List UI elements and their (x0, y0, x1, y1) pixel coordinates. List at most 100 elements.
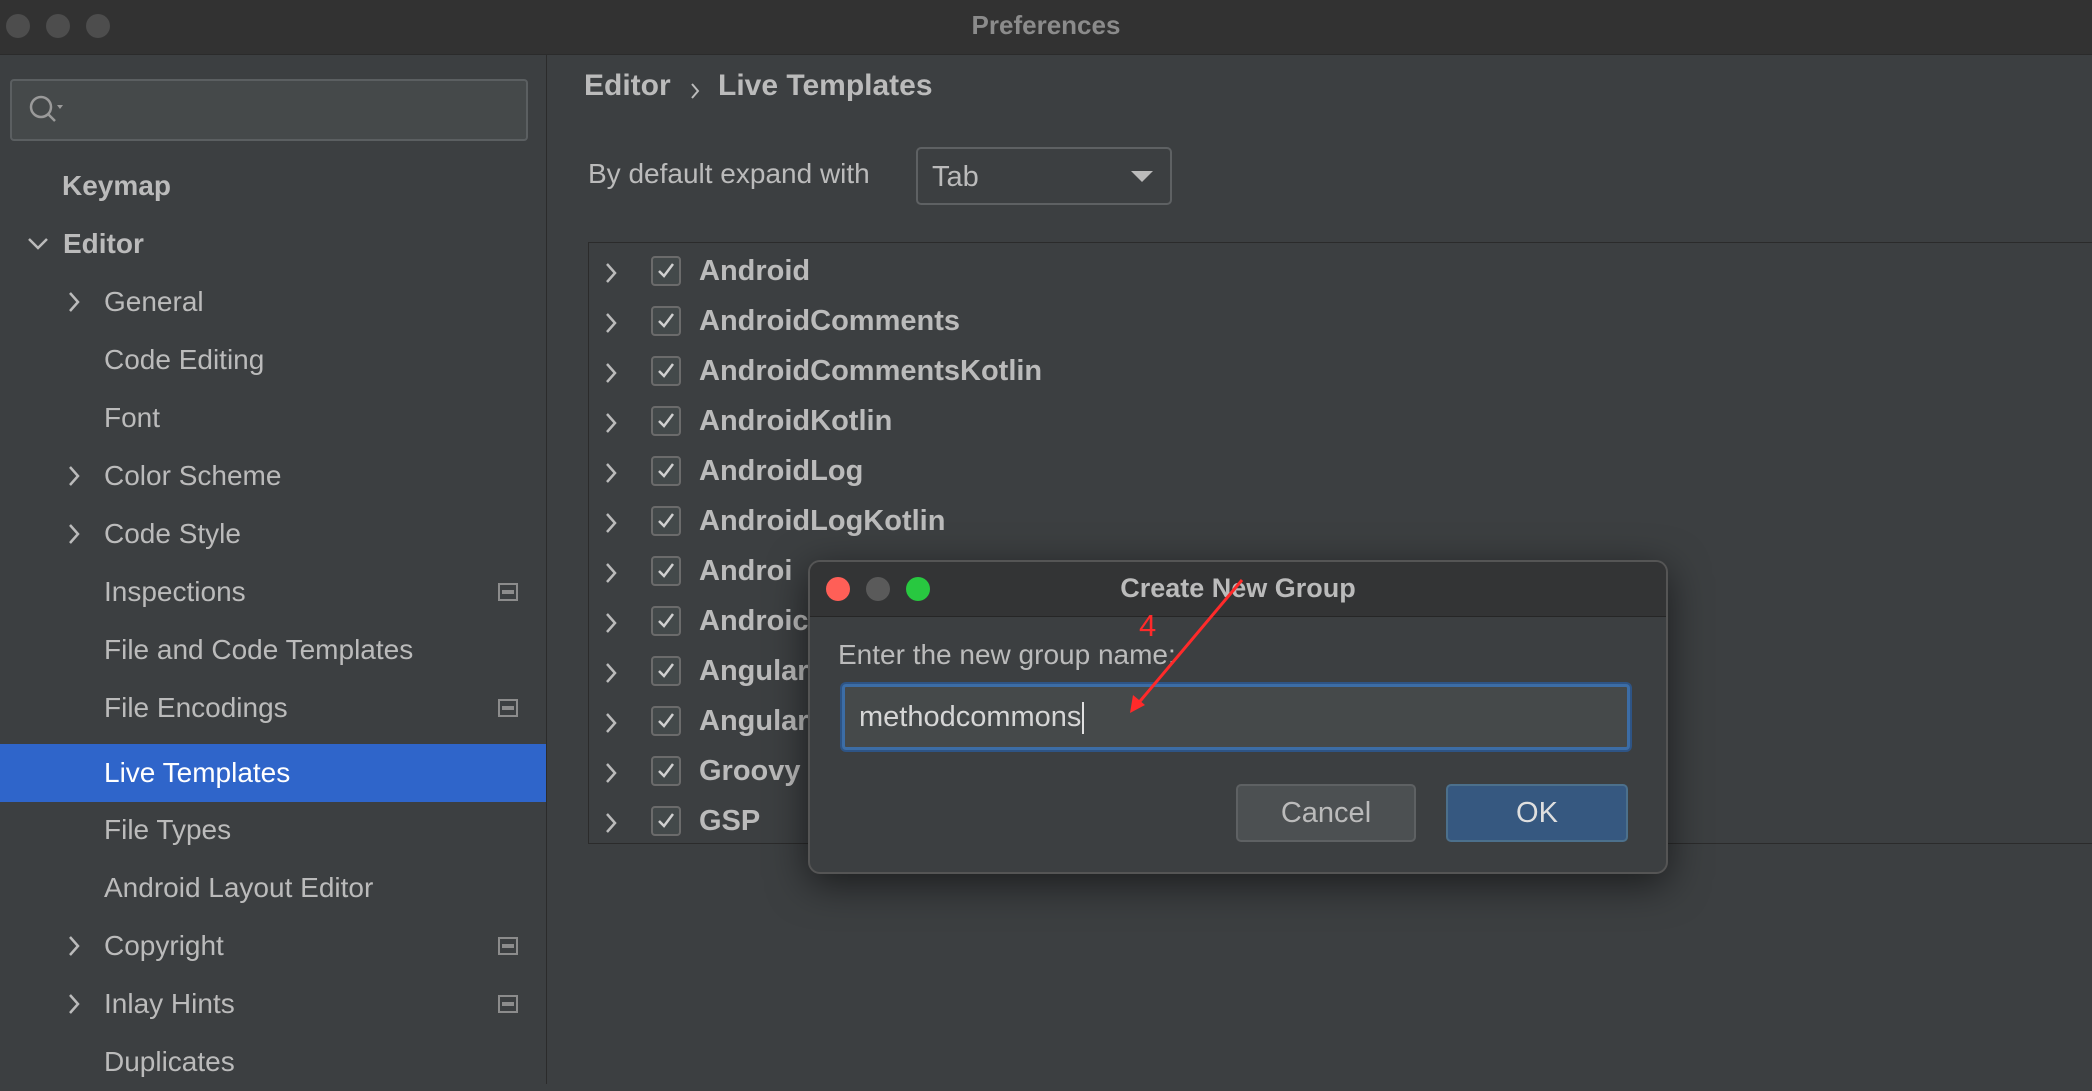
sidebar-item-code-style[interactable]: Code Style (0, 505, 546, 563)
annotation-step-number: 4 (1139, 608, 1157, 643)
settings-sidebar: Keymap Editor General Code Editing Font … (0, 55, 547, 1084)
template-group-checkbox[interactable] (651, 306, 681, 336)
sidebar-item-inlay-hints[interactable]: Inlay Hints (0, 975, 546, 1033)
ok-button[interactable]: OK (1446, 784, 1628, 842)
template-group-row[interactable]: AndroidLog (589, 448, 2089, 498)
breadcrumb-editor[interactable]: Editor (584, 69, 671, 103)
settings-search-input[interactable] (10, 79, 528, 141)
template-group-checkbox[interactable] (651, 406, 681, 436)
chevron-right-icon[interactable] (603, 561, 619, 585)
expand-with-value: Tab (932, 161, 979, 193)
template-group-label: Androi (699, 555, 793, 587)
group-name-input[interactable]: methodcommons (842, 684, 1630, 750)
sidebar-item-label: File and Code Templates (104, 634, 414, 665)
template-group-checkbox[interactable] (651, 756, 681, 786)
breadcrumb-live-templates: Live Templates (718, 69, 933, 102)
sidebar-item-inspections[interactable]: Inspections (0, 563, 546, 621)
breadcrumb-separator-icon (691, 83, 700, 99)
checkmark-icon (658, 263, 674, 278)
chevron-right-icon[interactable] (603, 761, 619, 785)
template-group-label: Groovy (699, 755, 801, 787)
chevron-right-icon[interactable] (603, 361, 619, 385)
template-group-checkbox[interactable] (651, 706, 681, 736)
template-group-checkbox[interactable] (651, 606, 681, 636)
chevron-right-icon[interactable] (603, 811, 619, 835)
checkmark-icon (658, 713, 674, 728)
group-name-value: methodcommons (859, 701, 1082, 733)
template-group-checkbox[interactable] (651, 356, 681, 386)
sidebar-item-label: Live Templates (104, 757, 291, 788)
project-scope-icon (498, 699, 518, 717)
project-scope-icon (498, 583, 518, 601)
template-group-row[interactable]: AndroidLogKotlin (589, 498, 2089, 548)
sidebar-item-label: General (104, 286, 204, 317)
template-group-row[interactable]: AndroidComments (589, 298, 2089, 348)
template-group-label: AndroidCommentsKotlin (699, 355, 1043, 387)
sidebar-item-general[interactable]: General (0, 273, 546, 331)
window-titlebar: Preferences (0, 0, 2092, 55)
chevron-right-icon[interactable] (66, 290, 82, 314)
checkmark-icon (658, 513, 674, 528)
chevron-right-icon[interactable] (66, 522, 82, 546)
sidebar-item-label: Inspections (104, 576, 246, 607)
chevron-right-icon[interactable] (603, 461, 619, 485)
sidebar-item-file-encodings[interactable]: File Encodings (0, 679, 546, 737)
template-group-checkbox[interactable] (651, 456, 681, 486)
template-group-label: AndroidLogKotlin (699, 505, 946, 537)
sidebar-item-label: Color Scheme (104, 460, 282, 491)
dropdown-arrow-icon (1131, 171, 1153, 182)
template-group-row[interactable]: AndroidCommentsKotlin (589, 348, 2089, 398)
expand-with-label: By default expand with (588, 158, 870, 189)
sidebar-item-duplicates[interactable]: Duplicates (0, 1033, 546, 1091)
dialog-titlebar: Create New Group (810, 562, 1666, 617)
cancel-button[interactable]: Cancel (1236, 784, 1416, 842)
sidebar-item-label: Inlay Hints (104, 988, 235, 1019)
chevron-right-icon[interactable] (603, 661, 619, 685)
chevron-right-icon[interactable] (66, 934, 82, 958)
checkmark-icon (658, 413, 674, 428)
sidebar-item-file-types[interactable]: File Types (0, 801, 546, 859)
chevron-right-icon[interactable] (66, 992, 82, 1016)
project-scope-icon (498, 995, 518, 1013)
text-caret (1082, 702, 1085, 735)
template-group-label: AndroidKotlin (699, 405, 893, 437)
chevron-right-icon[interactable] (603, 411, 619, 435)
sidebar-item-label: Code Editing (104, 344, 265, 375)
template-group-checkbox[interactable] (651, 506, 681, 536)
chevron-right-icon[interactable] (603, 511, 619, 535)
expand-with-select[interactable]: Tab (916, 147, 1172, 205)
project-scope-icon (498, 937, 518, 955)
search-icon[interactable] (28, 94, 68, 126)
template-group-checkbox[interactable] (651, 806, 681, 836)
chevron-right-icon[interactable] (603, 711, 619, 735)
checkmark-icon (658, 663, 674, 678)
group-name-prompt: Enter the new group name: (838, 639, 1176, 670)
sidebar-item-android-layout-editor[interactable]: Android Layout Editor (0, 859, 546, 917)
template-group-checkbox[interactable] (651, 556, 681, 586)
chevron-right-icon[interactable] (66, 464, 82, 488)
chevron-down-icon[interactable] (26, 236, 50, 252)
sidebar-item-live-templates[interactable]: Live Templates (0, 744, 546, 802)
checkmark-icon (658, 613, 674, 628)
chevron-right-icon[interactable] (603, 261, 619, 285)
chevron-right-icon[interactable] (603, 611, 619, 635)
create-new-group-dialog: Create New Group Enter the new group nam… (808, 560, 1668, 874)
sidebar-item-file-and-code-templates[interactable]: File and Code Templates (0, 621, 546, 679)
sidebar-item-label: Copyright (104, 930, 224, 961)
chevron-right-icon[interactable] (603, 311, 619, 335)
sidebar-item-label: Editor (63, 228, 144, 259)
template-group-row[interactable]: AndroidKotlin (589, 398, 2089, 448)
checkmark-icon (658, 813, 674, 828)
template-group-label: Android (699, 255, 811, 287)
template-group-checkbox[interactable] (651, 656, 681, 686)
sidebar-item-editor[interactable]: Editor (0, 215, 546, 273)
sidebar-item-code-editing[interactable]: Code Editing (0, 331, 546, 389)
sidebar-item-label: File Types (104, 814, 232, 845)
sidebar-item-color-scheme[interactable]: Color Scheme (0, 447, 546, 505)
sidebar-item-label: Keymap (62, 170, 171, 201)
sidebar-item-font[interactable]: Font (0, 389, 546, 447)
template-group-checkbox[interactable] (651, 256, 681, 286)
sidebar-item-keymap[interactable]: Keymap (0, 157, 546, 215)
template-group-row[interactable]: Android (589, 248, 2089, 298)
sidebar-item-copyright[interactable]: Copyright (0, 917, 546, 975)
